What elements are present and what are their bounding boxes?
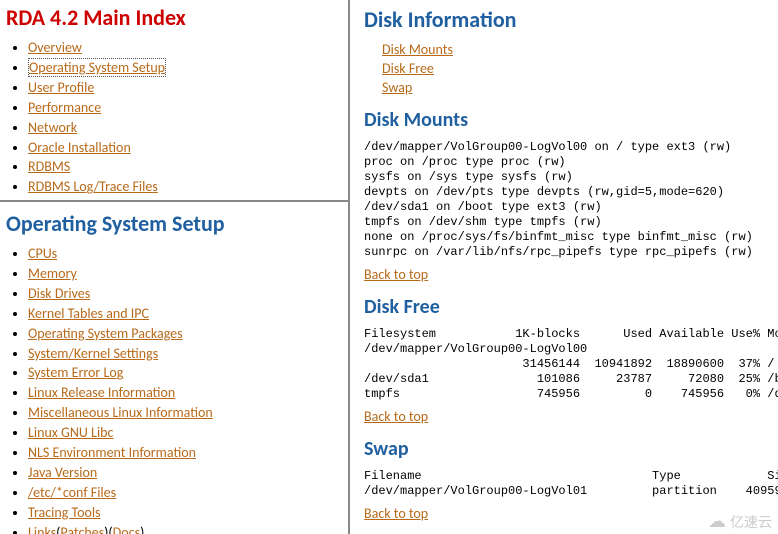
os-setup-title: Operating System Setup [6,210,342,237]
nav-link[interactable]: Kernel Tables and IPC [28,305,149,322]
watermark: ☁ 亿速云 [708,511,772,532]
nav-link[interactable]: Links [28,524,56,534]
list-item: Memory [28,265,342,283]
nav-link[interactable]: System Error Log [28,364,123,381]
list-item: Operating System Packages [28,325,342,343]
list-item: Miscellaneous Linux Information [28,404,342,422]
list-item: Kernel Tables and IPC [28,305,342,323]
list-item: Tracing Tools [28,504,342,522]
os-setup-list: CPUs Memory Disk Drives Kernel Tables and I… [6,245,342,534]
list-item: Network [28,119,342,137]
disk-mounts-heading: Disk Mounts [364,108,768,132]
main-index-list: Overview Operating System Setup User Profi… [6,39,342,202]
nav-link[interactable]: Operating System Packages [28,325,183,342]
nav-link[interactable]: System/Kernel Settings [28,345,158,362]
main-index-title: RDA 4.2 Main Index [6,4,342,31]
list-item: Java Version [28,464,342,482]
nav-link[interactable]: User Profile [28,79,94,96]
nav-link[interactable]: NLS Environment Information [28,444,196,461]
nav-link[interactable]: Overview [28,39,82,56]
toc-link[interactable]: Swap [382,79,412,96]
nav-link[interactable]: Linux GNU Libc [28,424,113,441]
nav-link[interactable]: Java Version [28,464,97,481]
nav-link[interactable]: Performance [28,99,101,116]
list-item: Linux Release Information [28,384,342,402]
back-to-top-link[interactable]: Back to top [364,505,428,522]
left-panel: RDA 4.2 Main Index Overview Operating Sys… [0,0,350,534]
list-item: Overview [28,39,342,57]
nav-link[interactable]: Operating System Setup [28,58,166,77]
back-to-top-link[interactable]: Back to top [364,408,428,425]
nav-link[interactable]: Network [28,119,77,136]
nav-link[interactable]: CPUs [28,245,57,262]
nav-link[interactable]: Memory [28,265,77,282]
nav-link[interactable]: Disk Drives [28,285,90,302]
disk-mounts-output: /dev/mapper/VolGroup00-LogVol00 on / typ… [364,140,768,260]
list-item: Oracle Installation [28,139,342,157]
list-item: System Error Log [28,364,342,382]
list-item: Linux GNU Libc [28,424,342,442]
watermark-text: 亿速云 [730,512,772,532]
back-to-top-link[interactable]: Back to top [364,266,428,283]
disk-free-output: Filesystem 1K-blocks Used Available Use%… [364,327,768,402]
toc-link[interactable]: Disk Mounts [382,41,453,58]
toc-links: Disk Mounts Disk Free Swap [364,41,768,96]
nav-link[interactable]: RDBMS [28,158,70,175]
toc-link[interactable]: Disk Free [382,60,434,77]
nav-link[interactable]: Tracing Tools [28,504,101,521]
os-setup-pane: Operating System Setup CPUs Memory Disk Dr… [0,202,348,534]
list-item: NLS Environment Information [28,444,342,462]
nav-link[interactable]: Docs [113,524,140,534]
content-pane: Disk Information Disk Mounts Disk Free Swa… [350,0,778,534]
list-item: Performance [28,99,342,117]
main-index-pane: RDA 4.2 Main Index Overview Operating Sys… [0,0,348,202]
swap-output: Filename Type Size /dev/mapper/VolGroup0… [364,469,768,499]
list-item: Operating System Setup [28,59,342,77]
list-item: Disk Drives [28,285,342,303]
page-title: Disk Information [364,6,768,33]
disk-free-heading: Disk Free [364,295,768,319]
list-item: System/Kernel Settings [28,345,342,363]
list-item: CPUs [28,245,342,263]
nav-link[interactable]: Linux Release Information [28,384,175,401]
nav-link[interactable]: Patches [60,524,104,534]
swap-heading: Swap [364,437,768,461]
cloud-icon: ☁ [708,511,726,532]
nav-link[interactable]: /etc/*conf Files [28,484,116,501]
list-item: Links(Patches)(Docs) [28,524,342,534]
nav-link[interactable]: Oracle Installation [28,139,131,156]
list-item: User Profile [28,79,342,97]
nav-link[interactable]: Miscellaneous Linux Information [28,404,213,421]
nav-link[interactable]: RDBMS Log/Trace Files [28,178,158,195]
main-container: RDA 4.2 Main Index Overview Operating Sys… [0,0,778,534]
list-item: RDBMS Log/Trace Files [28,178,342,196]
list-item: /etc/*conf Files [28,484,342,502]
list-item: RDBMS [28,158,342,176]
